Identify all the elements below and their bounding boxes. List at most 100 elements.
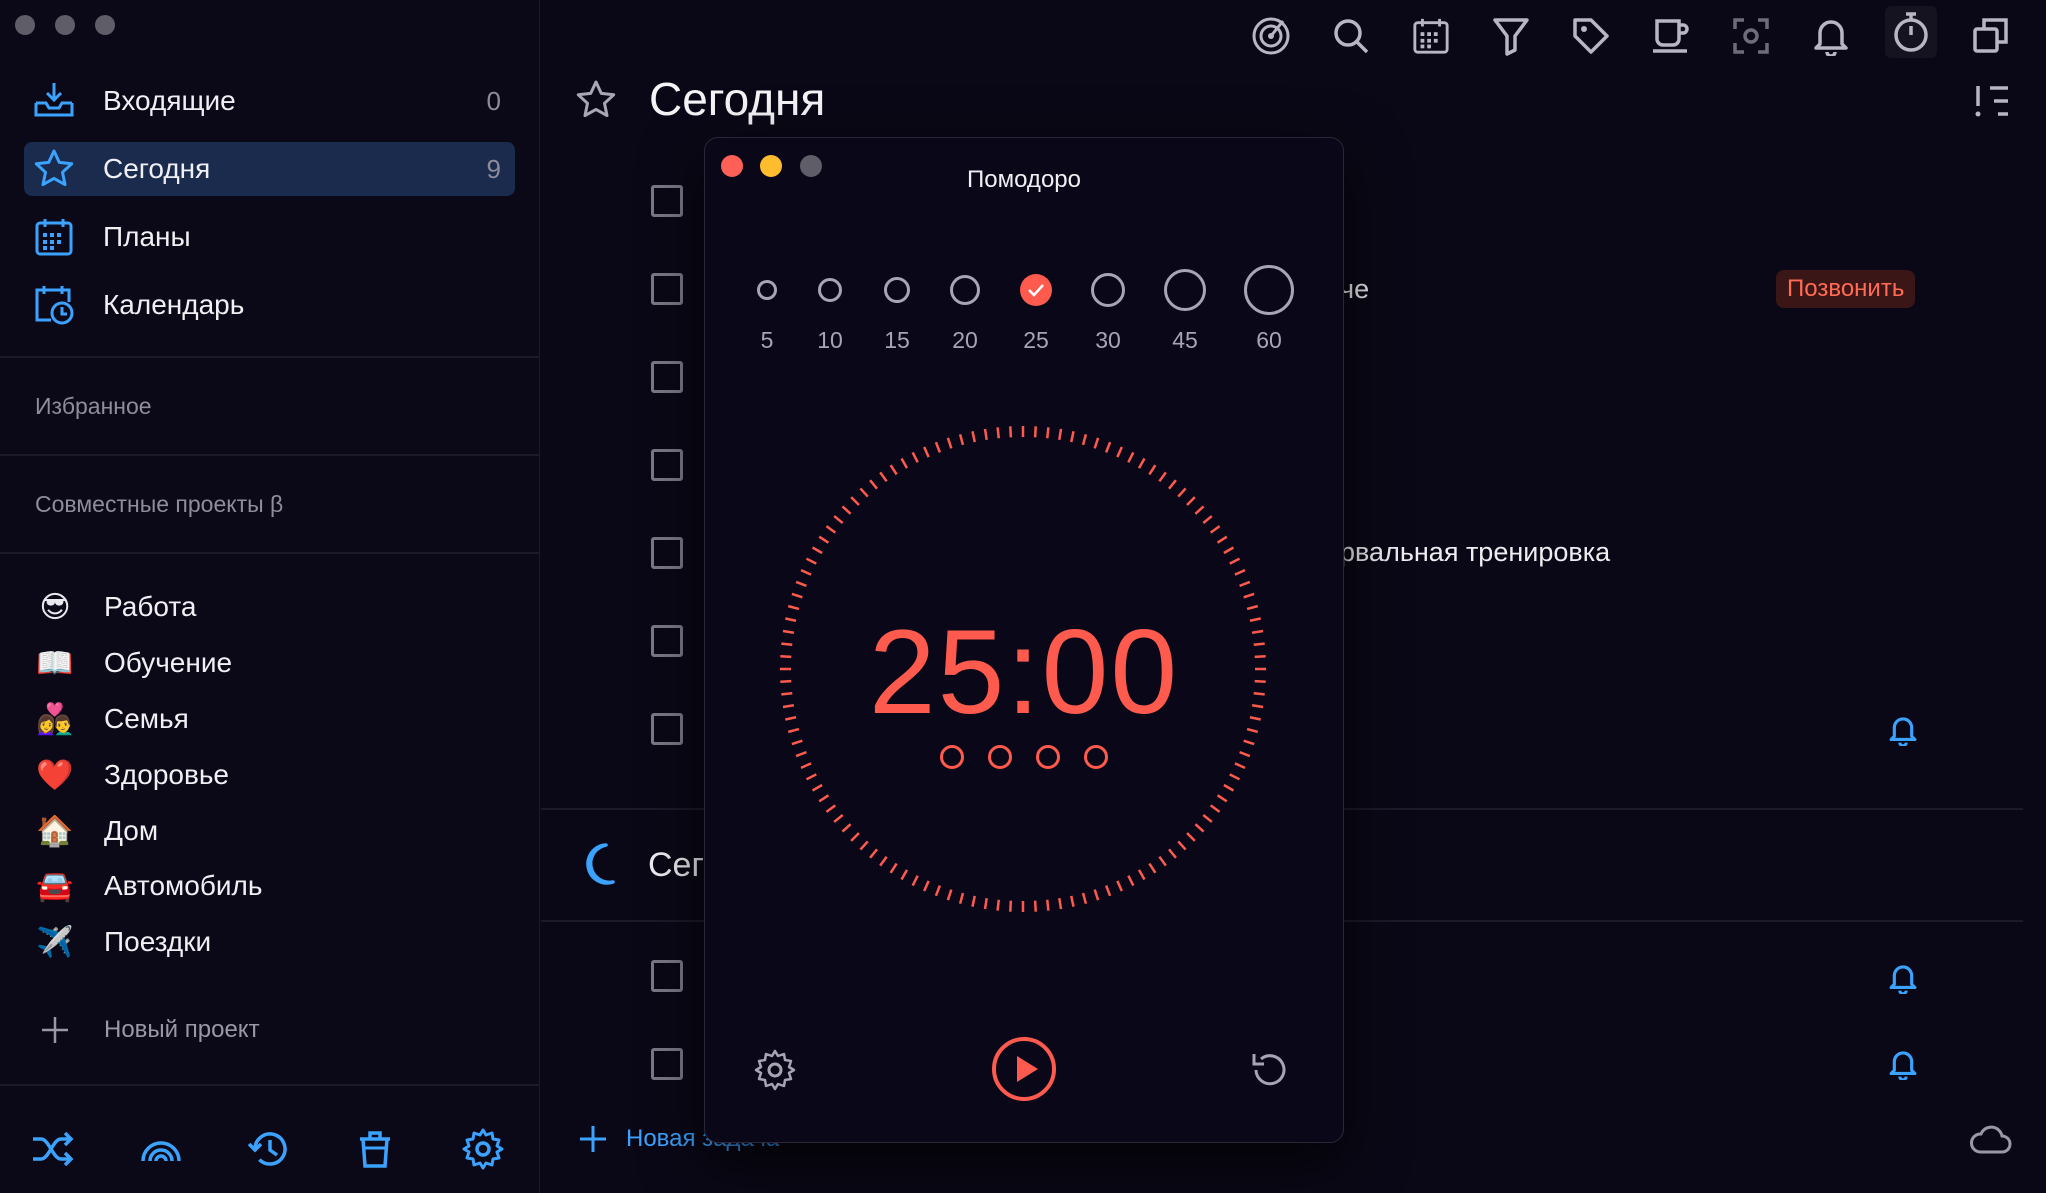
sidebar-item-plans[interactable]: Планы	[24, 210, 515, 264]
project-item-study[interactable]: 📖 Обучение	[36, 638, 232, 688]
dial-tick	[911, 451, 919, 463]
dial-tick	[841, 823, 852, 833]
task-checkbox[interactable]	[651, 960, 683, 992]
dial-tick	[1177, 840, 1187, 851]
copy-window-icon[interactable]	[1965, 14, 2017, 58]
shuffle-icon[interactable]	[28, 1124, 78, 1174]
preset-45[interactable]: 45	[1157, 265, 1213, 354]
project-item-home[interactable]: 🏠 Дом	[36, 806, 158, 856]
project-item-work[interactable]: 😎 Работа	[36, 582, 196, 632]
preset-circle	[757, 265, 777, 315]
dial-tick	[1127, 451, 1135, 463]
pomodoro-settings-icon[interactable]	[753, 1048, 797, 1092]
dial-tick	[1223, 546, 1235, 555]
project-item-family[interactable]: 👩‍❤️‍👨 Семья	[36, 694, 188, 744]
task-checkbox[interactable]	[651, 1048, 683, 1080]
reminder-bell-icon[interactable]	[1885, 1046, 1921, 1082]
dial-tick	[800, 569, 812, 576]
calendar-grid-icon	[32, 215, 76, 259]
task-title[interactable]: рвальная тренировка	[1340, 537, 1610, 568]
preset-label: 10	[817, 327, 843, 353]
session-dot	[1084, 745, 1108, 769]
task-tag-badge[interactable]: Позвонить	[1776, 270, 1916, 308]
sidebar-item-calendar[interactable]: Календарь	[24, 278, 515, 332]
window-zoom-button[interactable]	[95, 15, 115, 35]
page-star-icon	[574, 78, 618, 122]
new-project-button[interactable]: Новый проект	[36, 1005, 260, 1055]
sidebar-item-count: 0	[486, 85, 501, 116]
window-minimize-button[interactable]	[55, 15, 75, 35]
calendar-grid-icon[interactable]	[1405, 14, 1457, 58]
history-icon[interactable]	[244, 1124, 294, 1174]
radar-icon[interactable]	[1245, 14, 1297, 58]
reminder-bell-icon[interactable]	[1885, 712, 1921, 748]
preset-30[interactable]: 30	[1083, 265, 1133, 354]
dial-tick	[889, 862, 898, 874]
trash-icon[interactable]	[350, 1124, 400, 1174]
task-checkbox[interactable]	[651, 537, 683, 569]
dial-tick	[833, 515, 844, 524]
sidebar-item-today[interactable]: Сегодня 9	[24, 142, 515, 196]
task-checkbox[interactable]	[651, 625, 683, 657]
dial-tick	[1243, 739, 1255, 746]
dial-tick	[1081, 433, 1088, 446]
stopwatch-icon[interactable]	[1885, 6, 1937, 58]
preset-15[interactable]: 15	[872, 265, 922, 354]
sidebar-item-count: 9	[486, 153, 501, 184]
project-item-health[interactable]: ❤️ Здоровье	[36, 750, 229, 800]
dial-tick	[1158, 471, 1167, 483]
favorites-header[interactable]: Избранное	[35, 393, 152, 420]
task-checkbox[interactable]	[651, 713, 683, 745]
preset-label: 60	[1256, 327, 1282, 353]
preset-10[interactable]: 10	[805, 265, 855, 354]
dial-tick	[1104, 885, 1112, 897]
tag-icon[interactable]	[1565, 14, 1617, 58]
dial-tick	[1058, 428, 1063, 441]
dial-tick	[1194, 505, 1205, 515]
cloud-sync-icon[interactable]	[1968, 1124, 2012, 1156]
filter-icon[interactable]	[1485, 14, 1537, 58]
dial-tick	[1202, 515, 1213, 524]
calendar-clock-icon	[32, 283, 76, 327]
focus-frame-icon[interactable]	[1725, 14, 1777, 58]
task-title[interactable]: че	[1340, 274, 1369, 305]
dial-tick	[1234, 569, 1246, 576]
dial-tick	[1127, 875, 1135, 887]
preset-20[interactable]: 20	[940, 265, 990, 354]
sidebar-item-inbox[interactable]: Входящие 0	[24, 74, 515, 128]
project-item-car[interactable]: 🚘 Автомобиль	[36, 861, 262, 911]
settings-gear-icon[interactable]	[458, 1124, 508, 1174]
task-checkbox[interactable]	[651, 361, 683, 393]
coffee-cup-icon[interactable]	[1645, 14, 1697, 58]
task-checkbox[interactable]	[651, 185, 683, 217]
dial-tick	[805, 557, 817, 565]
task-checkbox[interactable]	[651, 273, 683, 305]
wireless-sync-icon[interactable]	[136, 1124, 186, 1174]
preset-60[interactable]: 60	[1239, 265, 1299, 354]
moon-icon	[580, 842, 616, 886]
reminder-bell-icon[interactable]	[1885, 960, 1921, 996]
dial-tick	[971, 895, 976, 907]
preset-25-selected[interactable]: 25	[1011, 265, 1061, 354]
reset-icon[interactable]	[1248, 1048, 1292, 1092]
preset-circle	[1091, 265, 1125, 315]
sidebar-item-label: Сегодня	[103, 153, 211, 184]
window-close-button[interactable]	[15, 15, 35, 35]
preset-5[interactable]: 5	[742, 265, 792, 354]
dial-tick	[923, 446, 930, 458]
dial-tick	[900, 457, 909, 469]
sidebar: Входящие 0 Сегодня 9 Планы Календарь Изб…	[0, 0, 540, 1193]
project-emoji: 😎	[39, 590, 71, 624]
project-item-trips[interactable]: ✈️ Поездки	[36, 917, 211, 967]
sort-priority-icon[interactable]	[1974, 84, 2010, 118]
search-icon[interactable]	[1325, 14, 1377, 58]
preset-circle	[1244, 265, 1294, 315]
preset-label: 45	[1172, 327, 1198, 353]
project-emoji: ✈️	[36, 925, 74, 959]
bell-icon[interactable]	[1805, 14, 1857, 58]
play-button[interactable]	[991, 1036, 1057, 1102]
task-checkbox[interactable]	[651, 449, 683, 481]
dial-tick	[859, 487, 869, 498]
shared-projects-header[interactable]: Совместные проекты β	[35, 491, 283, 518]
inbox-icon	[32, 79, 76, 123]
